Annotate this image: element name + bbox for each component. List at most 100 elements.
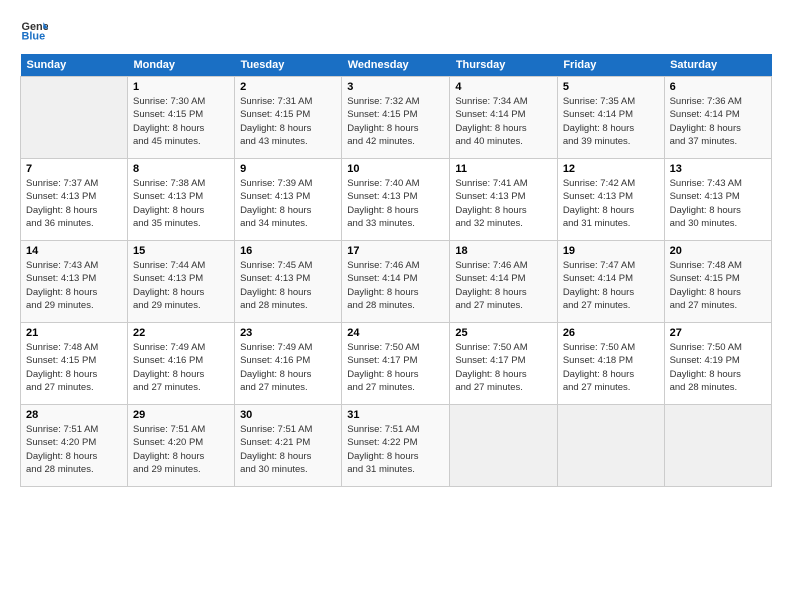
calendar-cell: 5 Sunrise: 7:35 AM Sunset: 4:14 PM Daylig… [557,77,664,159]
day-info: Sunrise: 7:32 AM Sunset: 4:15 PM Dayligh… [347,95,444,148]
day-info: Sunrise: 7:50 AM Sunset: 4:19 PM Dayligh… [670,341,766,394]
day-number: 9 [240,163,336,175]
calendar-week-2: 7Sunrise: 7:37 AM Sunset: 4:13 PM Daylig… [21,159,772,241]
day-info: Sunrise: 7:51 AM Sunset: 4:20 PM Dayligh… [26,423,122,476]
day-number: 25 [455,327,551,339]
calendar-cell: 25 Sunrise: 7:50 AM Sunset: 4:17 PM Dayli… [450,323,557,405]
day-number: 23 [240,327,336,339]
calendar-cell: 2 Sunrise: 7:31 AM Sunset: 4:15 PM Daylig… [235,77,342,159]
day-header-saturday: Saturday [664,54,771,77]
day-number: 19 [563,245,659,257]
day-header-thursday: Thursday [450,54,557,77]
day-number: 30 [240,409,336,421]
day-number: 21 [26,327,122,339]
day-info: Sunrise: 7:43 AM Sunset: 4:13 PM Dayligh… [26,259,122,312]
day-info: Sunrise: 7:50 AM Sunset: 4:18 PM Dayligh… [563,341,659,394]
calendar-cell: 1Sunrise: 7:30 AM Sunset: 4:15 PM Daylig… [127,77,234,159]
page-container: General Blue SundayMondayTuesdayWednesda… [0,0,792,497]
day-number: 22 [133,327,229,339]
calendar-table: SundayMondayTuesdayWednesdayThursdayFrid… [20,54,772,487]
calendar-cell: 27 Sunrise: 7:50 AM Sunset: 4:19 PM Dayli… [664,323,771,405]
calendar-week-1: 1Sunrise: 7:30 AM Sunset: 4:15 PM Daylig… [21,77,772,159]
day-info: Sunrise: 7:42 AM Sunset: 4:13 PM Dayligh… [563,177,659,230]
calendar-cell [450,405,557,487]
calendar-week-3: 14 Sunrise: 7:43 AM Sunset: 4:13 PM Dayli… [21,241,772,323]
day-number: 27 [670,327,766,339]
day-info: Sunrise: 7:47 AM Sunset: 4:14 PM Dayligh… [563,259,659,312]
day-header-sunday: Sunday [21,54,128,77]
day-info: Sunrise: 7:48 AM Sunset: 4:15 PM Dayligh… [670,259,766,312]
calendar-cell: 19 Sunrise: 7:47 AM Sunset: 4:14 PM Dayli… [557,241,664,323]
calendar-cell: 13 Sunrise: 7:43 AM Sunset: 4:13 PM Dayli… [664,159,771,241]
header-row: General Blue [20,16,772,44]
calendar-cell: 26 Sunrise: 7:50 AM Sunset: 4:18 PM Dayli… [557,323,664,405]
calendar-cell: 21 Sunrise: 7:48 AM Sunset: 4:15 PM Dayli… [21,323,128,405]
day-number: 31 [347,409,444,421]
calendar-cell: 8 Sunrise: 7:38 AM Sunset: 4:13 PM Daylig… [127,159,234,241]
day-info: Sunrise: 7:49 AM Sunset: 4:16 PM Dayligh… [240,341,336,394]
day-info: Sunrise: 7:31 AM Sunset: 4:15 PM Dayligh… [240,95,336,148]
calendar-cell: 4Sunrise: 7:34 AM Sunset: 4:14 PM Daylig… [450,77,557,159]
calendar-week-5: 28Sunrise: 7:51 AM Sunset: 4:20 PM Dayli… [21,405,772,487]
day-number: 7 [26,163,122,175]
day-info: Sunrise: 7:43 AM Sunset: 4:13 PM Dayligh… [670,177,766,230]
day-number: 2 [240,81,336,93]
day-info: Sunrise: 7:34 AM Sunset: 4:14 PM Dayligh… [455,95,551,148]
calendar-cell: 18 Sunrise: 7:46 AM Sunset: 4:14 PM Dayli… [450,241,557,323]
calendar-cell: 15Sunrise: 7:44 AM Sunset: 4:13 PM Dayli… [127,241,234,323]
calendar-cell: 6 Sunrise: 7:36 AM Sunset: 4:14 PM Daylig… [664,77,771,159]
svg-text:Blue: Blue [22,30,46,42]
day-number: 26 [563,327,659,339]
calendar-cell: 3 Sunrise: 7:32 AM Sunset: 4:15 PM Daylig… [342,77,450,159]
day-info: Sunrise: 7:30 AM Sunset: 4:15 PM Dayligh… [133,95,229,148]
logo-icon: General Blue [20,16,48,44]
day-number: 11 [455,163,551,175]
day-number: 20 [670,245,766,257]
day-number: 16 [240,245,336,257]
calendar-cell [557,405,664,487]
calendar-cell: 16 Sunrise: 7:45 AM Sunset: 4:13 PM Dayli… [235,241,342,323]
day-info: Sunrise: 7:50 AM Sunset: 4:17 PM Dayligh… [347,341,444,394]
calendar-cell: 23 Sunrise: 7:49 AM Sunset: 4:16 PM Dayli… [235,323,342,405]
calendar-cell [21,77,128,159]
day-number: 18 [455,245,551,257]
day-number: 3 [347,81,444,93]
day-info: Sunrise: 7:50 AM Sunset: 4:17 PM Dayligh… [455,341,551,394]
day-info: Sunrise: 7:45 AM Sunset: 4:13 PM Dayligh… [240,259,336,312]
day-number: 8 [133,163,229,175]
day-header-tuesday: Tuesday [235,54,342,77]
calendar-cell: 22Sunrise: 7:49 AM Sunset: 4:16 PM Dayli… [127,323,234,405]
calendar-cell: 11 Sunrise: 7:41 AM Sunset: 4:13 PM Dayli… [450,159,557,241]
day-info: Sunrise: 7:36 AM Sunset: 4:14 PM Dayligh… [670,95,766,148]
day-number: 13 [670,163,766,175]
calendar-body: 1Sunrise: 7:30 AM Sunset: 4:15 PM Daylig… [21,77,772,487]
day-number: 6 [670,81,766,93]
day-info: Sunrise: 7:39 AM Sunset: 4:13 PM Dayligh… [240,177,336,230]
calendar-cell: 24Sunrise: 7:50 AM Sunset: 4:17 PM Dayli… [342,323,450,405]
calendar-cell [664,405,771,487]
day-info: Sunrise: 7:46 AM Sunset: 4:14 PM Dayligh… [455,259,551,312]
calendar-header: SundayMondayTuesdayWednesdayThursdayFrid… [21,54,772,77]
day-number: 15 [133,245,229,257]
day-number: 5 [563,81,659,93]
calendar-cell: 9 Sunrise: 7:39 AM Sunset: 4:13 PM Daylig… [235,159,342,241]
day-header-monday: Monday [127,54,234,77]
day-info: Sunrise: 7:35 AM Sunset: 4:14 PM Dayligh… [563,95,659,148]
day-info: Sunrise: 7:38 AM Sunset: 4:13 PM Dayligh… [133,177,229,230]
day-info: Sunrise: 7:46 AM Sunset: 4:14 PM Dayligh… [347,259,444,312]
calendar-cell: 7Sunrise: 7:37 AM Sunset: 4:13 PM Daylig… [21,159,128,241]
day-header-wednesday: Wednesday [342,54,450,77]
day-info: Sunrise: 7:41 AM Sunset: 4:13 PM Dayligh… [455,177,551,230]
day-number: 29 [133,409,229,421]
calendar-cell: 31Sunrise: 7:51 AM Sunset: 4:22 PM Dayli… [342,405,450,487]
day-info: Sunrise: 7:51 AM Sunset: 4:21 PM Dayligh… [240,423,336,476]
logo: General Blue [20,16,50,44]
day-number: 14 [26,245,122,257]
day-header-friday: Friday [557,54,664,77]
calendar-cell: 29Sunrise: 7:51 AM Sunset: 4:20 PM Dayli… [127,405,234,487]
calendar-cell: 14 Sunrise: 7:43 AM Sunset: 4:13 PM Dayli… [21,241,128,323]
day-info: Sunrise: 7:48 AM Sunset: 4:15 PM Dayligh… [26,341,122,394]
day-number: 12 [563,163,659,175]
day-number: 17 [347,245,444,257]
calendar-week-4: 21 Sunrise: 7:48 AM Sunset: 4:15 PM Dayli… [21,323,772,405]
